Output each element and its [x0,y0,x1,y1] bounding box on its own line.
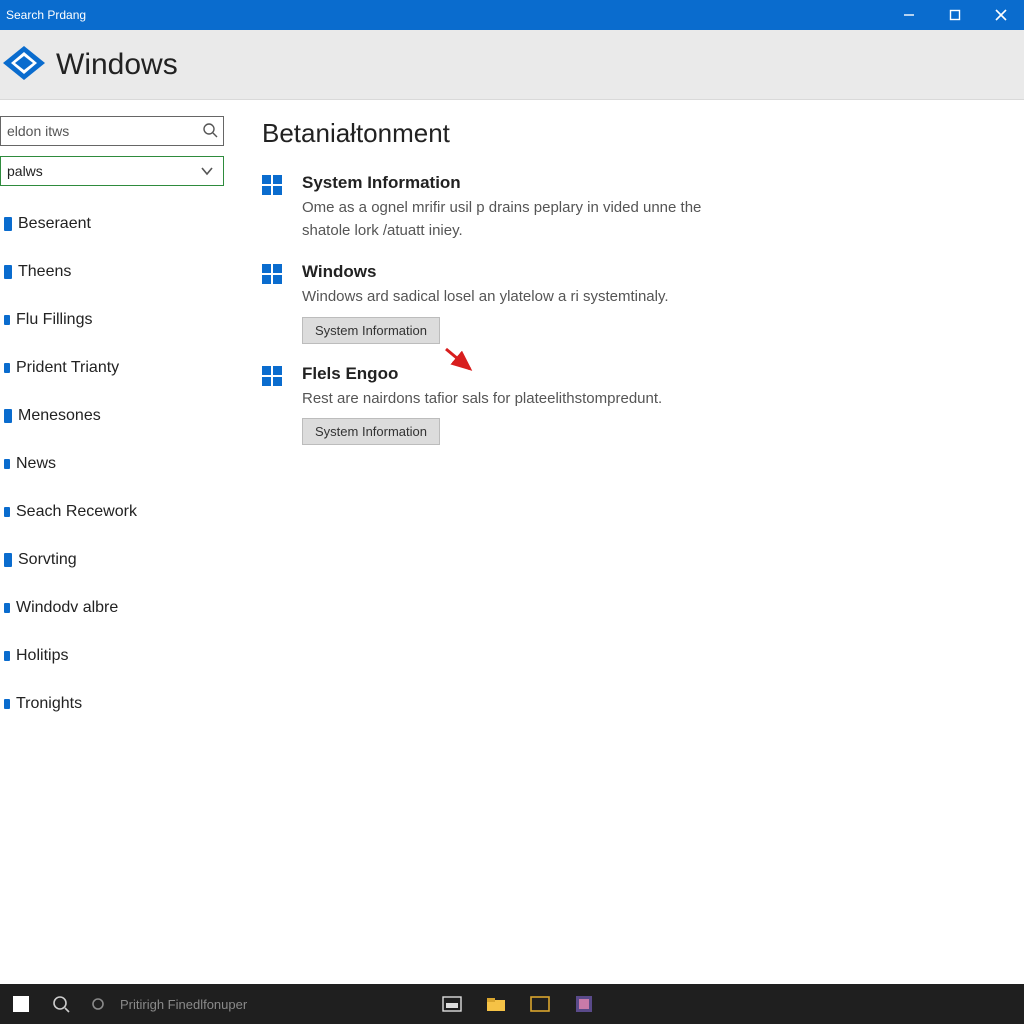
nav-bullet-icon [4,363,10,373]
main-body: palws Beseraent Theens Flu Fillings Prid… [0,100,1024,984]
windows-tile-icon [262,366,282,386]
section-title: Windows [302,262,1000,282]
sidebar-search [0,116,226,146]
search-input[interactable] [0,116,224,146]
taskbar-pinned [430,984,606,1024]
sidebar-item-label: Beseraent [18,215,91,233]
windows-tile-icon [262,175,282,195]
taskbar-app-generic[interactable] [562,984,606,1024]
search-icon [202,122,218,138]
assistant-icon [90,996,106,1012]
sidebar-nav: Beseraent Theens Flu Fillings Prident Tr… [0,200,232,728]
nav-bullet-icon [4,553,12,567]
sidebar-item-label: Holitips [16,647,68,665]
folder-icon [486,996,506,1012]
sidebar-filter: palws [0,156,226,186]
sidebar-item-holitips[interactable]: Holitips [0,632,232,680]
sidebar-item-label: Sorvting [18,551,77,569]
window-icon [530,996,550,1012]
annotation-arrow-icon [442,345,478,375]
sidebar-item-label: Menesones [18,407,101,425]
system-information-button[interactable]: System Information [302,418,440,445]
system-information-button[interactable]: System Information [302,317,440,344]
sidebar-item-label: Flu Fillings [16,311,92,329]
sidebar-item-label: Windodv albre [16,599,118,617]
taskbar-search-button[interactable] [42,984,80,1024]
minimize-icon [903,9,915,21]
windows-logo-icon [0,41,48,89]
taskbar-app-window[interactable] [518,984,562,1024]
nav-bullet-icon [4,409,12,423]
sidebar-item-prident-trianty[interactable]: Prident Trianty [0,344,232,392]
nav-bullet-icon [4,699,10,709]
sidebar-item-beseraent[interactable]: Beseraent [0,200,232,248]
windows-tile-icon [262,264,282,284]
close-button[interactable] [978,0,1024,30]
maximize-button[interactable] [932,0,978,30]
close-icon [995,9,1007,21]
brand-title: Windows [56,48,178,82]
search-icon [52,995,70,1013]
app-icon [576,996,592,1012]
page-title: Betaniałtonment [262,118,1000,149]
section-description: Rest are nairdons tafior sals for platee… [302,388,722,411]
maximize-icon [949,9,961,21]
sidebar-item-seach-recework[interactable]: Seach Recework [0,488,232,536]
sidebar-item-sorvting[interactable]: Sorvting [0,536,232,584]
sidebar: palws Beseraent Theens Flu Fillings Prid… [0,100,232,984]
chevron-down-icon [199,163,215,179]
start-button[interactable] [0,984,42,1024]
nav-bullet-icon [4,651,10,661]
section-description: Windows ard sadical losel an ylatelow a … [302,286,722,309]
section-flels-engoo: Flels Engoo Rest are nairdons tafior sal… [262,364,1000,446]
taskbar-app-explorer[interactable] [474,984,518,1024]
section-description: Ome as a ognel mrifir usil p drains pepl… [302,197,722,242]
nav-bullet-icon [4,217,12,231]
nav-bullet-icon [4,603,10,613]
window-titlebar: Search Prdang [0,0,1024,30]
taskview-icon [442,996,462,1012]
taskbar-search-hint: Pritirigh Finedlfonuper [116,997,247,1012]
window-title: Search Prdang [0,8,86,22]
section-windows: Windows Windows ard sadical losel an yla… [262,262,1000,344]
section-icon [262,173,302,242]
sidebar-item-windodv-albre[interactable]: Windodv albre [0,584,232,632]
start-icon [13,996,29,1012]
section-icon [262,262,302,344]
content-area: Betaniałtonment System Information Ome a… [232,100,1024,984]
sidebar-item-label: Seach Recework [16,503,137,521]
filter-dropdown[interactable]: palws [0,156,224,186]
nav-bullet-icon [4,507,10,517]
sidebar-item-label: Prident Trianty [16,359,119,377]
section-title: System Information [302,173,1000,193]
nav-bullet-icon [4,315,10,325]
sidebar-item-news[interactable]: News [0,440,232,488]
section-system-information: System Information Ome as a ognel mrifir… [262,173,1000,242]
sidebar-item-label: Theens [18,263,71,281]
sidebar-item-label: Tronights [16,695,82,713]
filter-value: palws [7,163,43,179]
taskbar-assistant-button[interactable] [80,984,116,1024]
minimize-button[interactable] [886,0,932,30]
sidebar-item-flu-fillings[interactable]: Flu Fillings [0,296,232,344]
sidebar-item-theens[interactable]: Theens [0,248,232,296]
nav-bullet-icon [4,265,12,279]
window-controls [886,0,1024,30]
header-bar: Windows [0,30,1024,100]
section-title: Flels Engoo [302,364,1000,384]
taskbar: Pritirigh Finedlfonuper [0,984,1024,1024]
taskbar-app-taskview[interactable] [430,984,474,1024]
sidebar-item-label: News [16,455,56,473]
sidebar-item-menesones[interactable]: Menesones [0,392,232,440]
sidebar-item-tronights[interactable]: Tronights [0,680,232,728]
section-icon [262,364,302,446]
nav-bullet-icon [4,459,10,469]
